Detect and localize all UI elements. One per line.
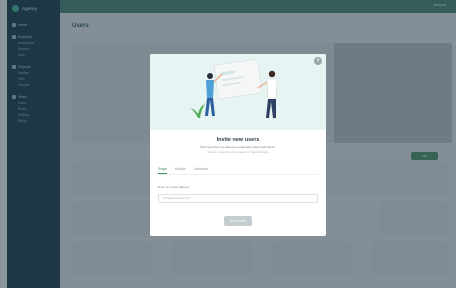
tab-multiple[interactable]: Multiple: [175, 167, 186, 174]
modal-subtitle-secondary: You can customize the invitation in Team…: [206, 150, 270, 154]
people-illustration: [190, 58, 278, 118]
close-icon[interactable]: ×: [314, 57, 322, 65]
invite-users-modal: × Invite new users We'll send them a wel…: [150, 54, 326, 236]
invite-tabs: Single Multiple Advanced: [158, 167, 208, 174]
send-invite-button[interactable]: Send invite: [224, 216, 252, 226]
email-field[interactable]: name@company.com: [158, 194, 318, 203]
tab-advanced[interactable]: Advanced: [194, 167, 208, 174]
tabs-divider: [158, 174, 318, 175]
tab-single[interactable]: Single: [158, 167, 167, 174]
modal-subtitle: We'll send them a welcome email with set…: [200, 145, 276, 149]
invite-illustration: ×: [150, 54, 326, 130]
email-field-label: Enter an email address: [158, 185, 189, 189]
modal-title: Invite new users: [216, 137, 260, 143]
